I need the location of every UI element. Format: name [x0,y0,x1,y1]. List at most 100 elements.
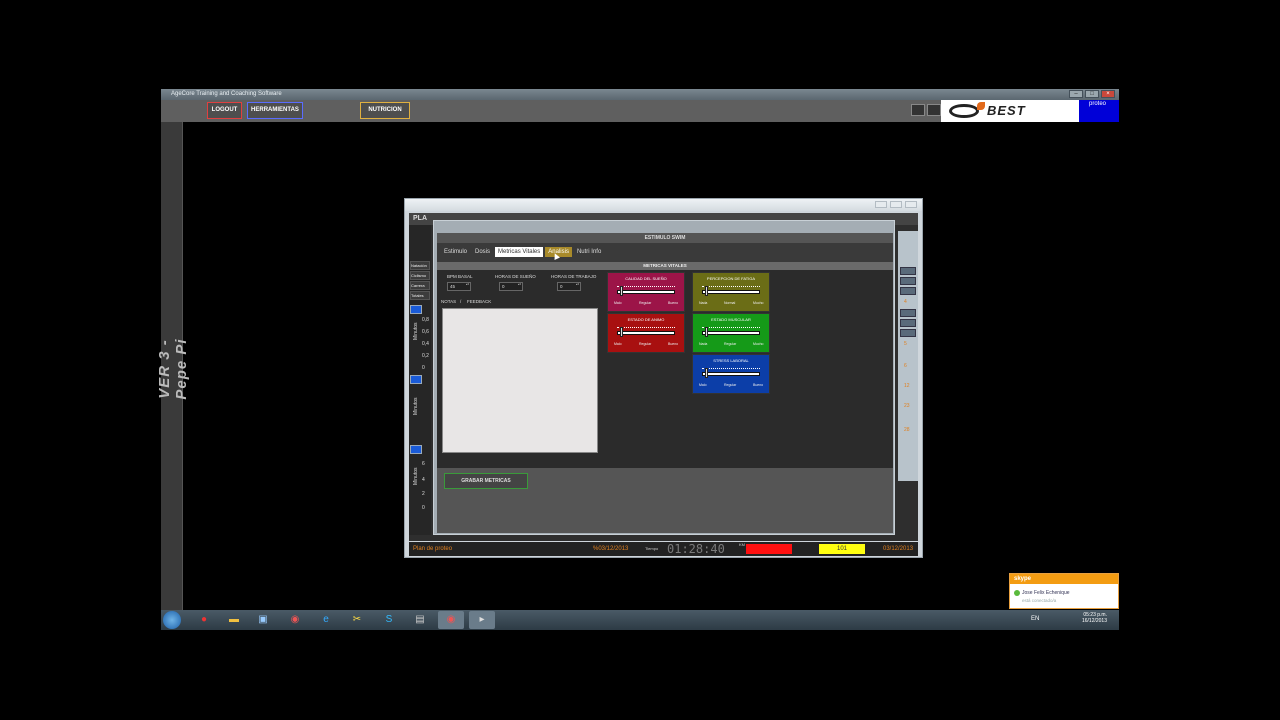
plan-status-km-label: KM [739,542,745,547]
gauge-slider-thumb[interactable] [704,286,708,296]
plan-sport-item[interactable]: Ciclismo [410,271,430,280]
tools-button[interactable]: HERRAMIENTAS [247,102,303,119]
gauge-label: Malo [614,301,622,305]
chart-axis-label: Minutos [413,397,419,415]
chrome-icon[interactable]: ◉ [282,611,308,629]
plan-row-control[interactable] [900,277,916,285]
gauge-label: Mucho [753,342,764,346]
chart-toggle-icon[interactable] [410,445,422,454]
chart-tick: 0,4 [422,341,429,347]
maximize-icon[interactable] [890,201,902,208]
plan-sport-item[interactable]: Totales [410,291,430,300]
plan-row-control[interactable] [900,319,916,327]
plan-day-number: 23 [904,403,910,409]
chart-tick: 0,6 [422,329,429,335]
app-sidebar: VER 3 - Pepe Pi [156,122,190,610]
plan-right-panel: 4 5 6 12 23 28 [898,231,918,481]
gauge-track [617,290,675,294]
plan-row-control[interactable] [900,267,916,275]
tab-estimulo[interactable]: Estimulo [441,247,470,257]
chrome-window-icon[interactable]: ◉ [438,611,464,629]
logout-button[interactable]: LOGOUT [207,102,242,119]
ie-icon[interactable]: e [313,611,339,629]
plan-window-titlebar [405,199,922,211]
close-icon[interactable] [905,201,917,208]
plan-day-number: 28 [904,427,910,433]
plan-row-control[interactable] [900,309,916,317]
notepad-icon[interactable]: ▤ [407,611,433,629]
tab-nutri-info[interactable]: Nutri Info [574,247,604,257]
notification-contact: Jose Felix Echenique [1022,590,1070,596]
app-titlebar: AgeCore Training and Coaching Software –… [161,89,1119,100]
plan-status-date: %03/12/2013 [593,546,629,552]
plan-sport-item[interactable]: Natación [410,261,430,270]
gauge-muscle: ESTADO MUSCULAR Nada Regular Mucho [692,313,770,353]
gauge-track [702,372,760,376]
dialog-content: ESTIMULO SWIM Estimulo Dosis Metricas Vi… [437,233,893,533]
system-clock[interactable]: 05:23 p.m. 16/12/2013 [1082,612,1107,624]
gauge-label: Mucho [753,301,764,305]
gauge-slider-thumb[interactable] [619,327,623,337]
notes-textarea[interactable] [442,308,598,453]
work-hours-spinner[interactable]: 0 [557,282,581,291]
chart-tick: 4 [422,477,425,483]
language-indicator[interactable]: EN [1031,616,1039,622]
gauge-label: Regular [724,342,737,346]
online-status-icon [1014,590,1020,596]
gauge-slider-thumb[interactable] [704,327,708,337]
user-box[interactable]: proteo [1079,100,1119,122]
skype-notification[interactable]: skype Jose Felix Echenique está conectad… [1009,573,1119,609]
start-button-icon[interactable] [163,611,181,629]
chart-toggle-icon[interactable] [410,305,422,314]
dialog-tabs: Estimulo Dosis Metricas Vitales Analisis… [441,247,604,257]
gauge-slider-thumb[interactable] [619,286,623,296]
app-taskbar-icon[interactable]: ● [191,611,217,629]
monitor-icon[interactable]: ▣ [250,611,276,629]
skype-icon[interactable]: S [376,611,402,629]
minimize-icon[interactable]: – [1069,90,1083,98]
plan-row-control[interactable] [900,329,916,337]
plan-row-control[interactable] [900,287,916,295]
gauge-title: PERCEPCION DE FATIGA [706,276,756,281]
gauge-label: Bueno [668,301,679,305]
agecore-window-icon[interactable]: ▸ [469,611,495,629]
notes-tab[interactable]: NOTAS [441,299,456,304]
gauge-work-stress: STRESS LABORAL Malo Regular Bueno [692,354,770,394]
tools-icon[interactable]: ✂ [344,611,370,629]
app-title: AgeCore Training and Coaching Software [171,91,282,97]
gauge-ticks [617,327,675,329]
logo-text: BEST [987,103,1026,118]
notification-message: está conectado/a [1022,598,1057,603]
maximize-icon[interactable]: □ [1085,90,1099,98]
plan-day-number: 6 [904,363,907,369]
chart-tick: 0,2 [422,353,429,359]
tab-dosis[interactable]: Dosis [472,247,493,257]
chart-tick: 0 [422,505,425,511]
gauge-slider-thumb[interactable] [704,368,708,378]
gauge-label: Regular [639,342,652,346]
close-icon[interactable]: × [1101,90,1115,98]
notification-app: skype [1010,574,1118,584]
monitor-icon[interactable] [927,104,941,116]
save-metrics-button[interactable]: GRABAR METRICAS [444,473,528,489]
gauge-label: Bueno [668,342,679,346]
gauge-track [702,331,760,335]
chart-toggle-icon[interactable] [410,375,422,384]
dialog-title: ESTIMULO SWIM [437,233,893,243]
tab-separator: / [460,299,462,304]
plan-sport-item[interactable]: Carrera [410,281,430,290]
chart-tick: 6 [422,461,425,467]
vital-metrics-dialog: ESTIMULO SWIM Estimulo Dosis Metricas Vi… [433,220,895,535]
sleep-hours-spinner[interactable]: 0 [499,282,523,291]
bpm-spinner[interactable]: 45 [447,282,471,291]
minimize-icon[interactable] [875,201,887,208]
gauge-label: Malo [614,342,622,346]
feedback-tab[interactable]: FEEDBACK [467,299,491,304]
gauge-label: Bueno [753,383,764,387]
plan-day-number: 4 [904,299,907,305]
folder-icon[interactable]: ▬ [221,611,247,629]
devices-icon[interactable] [911,104,925,116]
tab-metricas-vitales[interactable]: Metricas Vitales [495,247,544,257]
nutrition-button[interactable]: NUTRICION [360,102,410,119]
gauge-label: Regular [639,301,652,305]
